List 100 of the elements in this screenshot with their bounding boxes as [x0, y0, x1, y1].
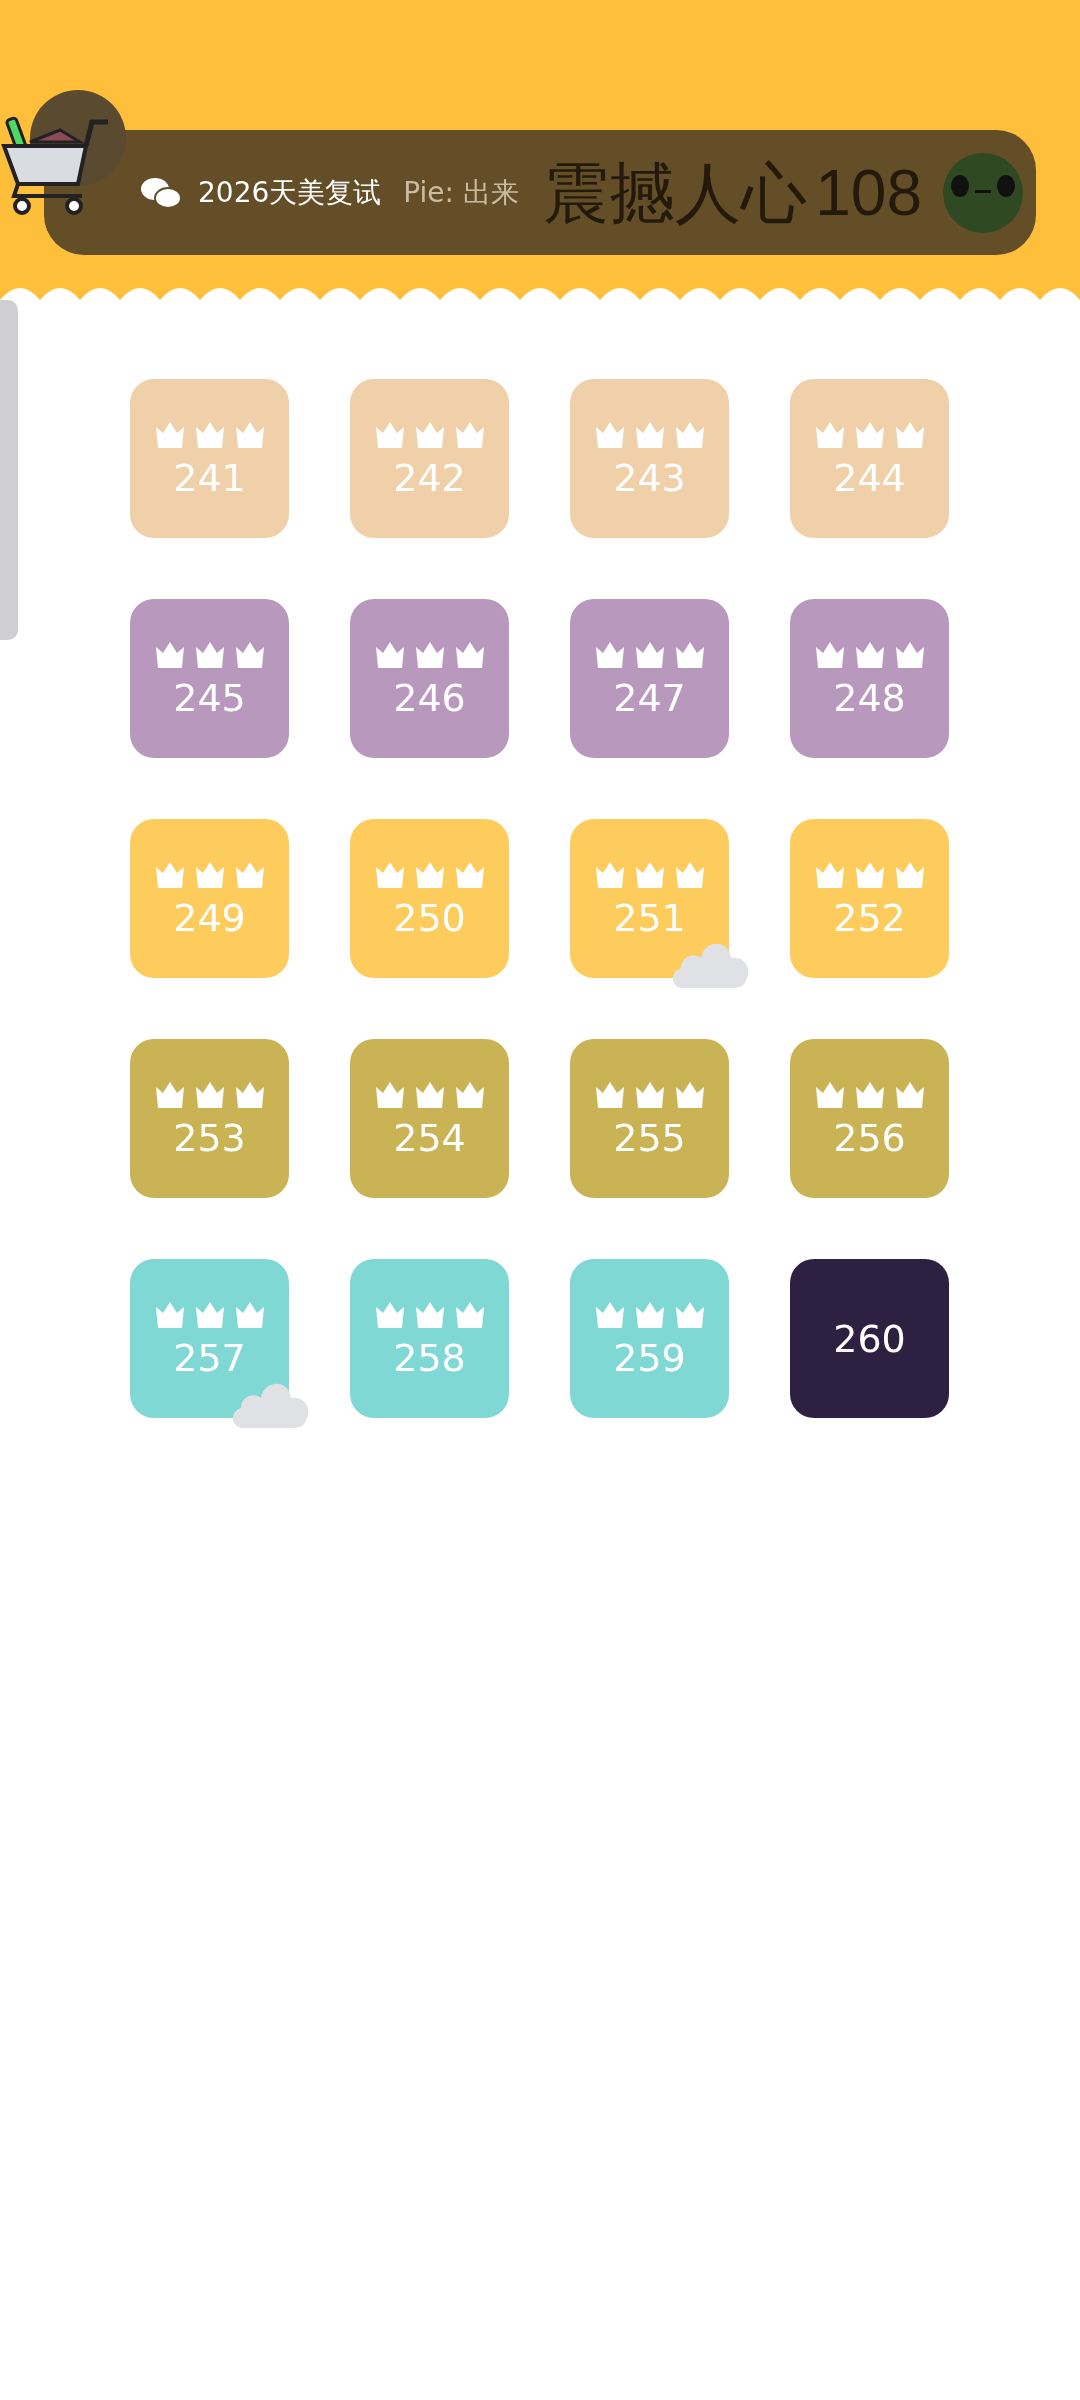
level-tile[interactable]: 250	[350, 819, 509, 978]
crown-icon	[154, 640, 185, 669]
crown-icon	[194, 640, 225, 669]
crown-icon	[634, 640, 665, 669]
score-text: 108	[815, 155, 922, 231]
level-number: 243	[613, 458, 686, 497]
crown-icon	[454, 1300, 485, 1329]
level-tile[interactable]: 249	[130, 819, 289, 978]
crown-icon	[454, 860, 485, 889]
crown-icon	[894, 1080, 925, 1109]
level-number: 251	[613, 898, 686, 937]
crown-icon	[594, 860, 625, 889]
crown-icon	[634, 420, 665, 449]
crown-icon	[634, 1300, 665, 1329]
level-number: 244	[833, 458, 906, 497]
level-number: 252	[833, 898, 906, 937]
level-tile[interactable]: 253	[130, 1039, 289, 1198]
level-number: 246	[393, 678, 466, 717]
level-tile[interactable]: 256	[790, 1039, 949, 1198]
crown-icon	[154, 1080, 185, 1109]
crown-icon	[854, 420, 885, 449]
level-number: 259	[613, 1338, 686, 1377]
level-tile[interactable]: 260	[790, 1259, 949, 1418]
crown-icon	[594, 1300, 625, 1329]
level-tile[interactable]: 255	[570, 1039, 729, 1198]
crown-icon	[814, 860, 845, 889]
crown-icon	[594, 420, 625, 449]
crown-icon	[414, 860, 445, 889]
crown-icon	[234, 860, 265, 889]
level-number: 248	[833, 678, 906, 717]
crown-icon	[894, 420, 925, 449]
crown-icon	[194, 420, 225, 449]
level-number: 241	[173, 458, 246, 497]
notification-text: 2026天美复试	[198, 174, 382, 211]
level-tile[interactable]: 242	[350, 379, 509, 538]
level-number: 258	[393, 1338, 466, 1377]
crown-icon	[814, 1080, 845, 1109]
crown-icon	[374, 860, 405, 889]
level-tile[interactable]: 244	[790, 379, 949, 538]
crown-icon	[234, 640, 265, 669]
crown-icon	[154, 860, 185, 889]
level-number: 242	[393, 458, 466, 497]
crown-icon	[854, 1080, 885, 1109]
crown-icon	[234, 1300, 265, 1329]
crown-icon	[374, 640, 405, 669]
level-tile[interactable]: 257	[130, 1259, 289, 1418]
level-number: 260	[833, 1319, 906, 1358]
level-tile[interactable]: 252	[790, 819, 949, 978]
crown-icon	[374, 1300, 405, 1329]
level-tile[interactable]: 259	[570, 1259, 729, 1418]
level-number: 257	[173, 1338, 246, 1377]
level-number: 253	[173, 1118, 246, 1157]
crown-icon	[854, 640, 885, 669]
crown-icon	[634, 1080, 665, 1109]
crown-icon	[454, 640, 485, 669]
level-tile[interactable]: 243	[570, 379, 729, 538]
chat-icon	[140, 175, 182, 210]
crown-icon	[854, 860, 885, 889]
crown-icon	[194, 1080, 225, 1109]
crown-icon	[194, 1300, 225, 1329]
crown-icon	[894, 860, 925, 889]
level-tile[interactable]: 245	[130, 599, 289, 758]
crown-icon	[374, 1080, 405, 1109]
crown-icon	[154, 420, 185, 449]
level-number: 254	[393, 1118, 466, 1157]
level-tile[interactable]: 251	[570, 819, 729, 978]
level-tile[interactable]: 241	[130, 379, 289, 538]
crown-icon	[634, 860, 665, 889]
level-tile[interactable]: 247	[570, 599, 729, 758]
crown-icon	[454, 420, 485, 449]
level-tile[interactable]: 254	[350, 1039, 509, 1198]
crown-icon	[194, 860, 225, 889]
crown-icon	[674, 420, 705, 449]
crown-icon	[234, 420, 265, 449]
level-number: 255	[613, 1118, 686, 1157]
crown-icon	[594, 640, 625, 669]
crown-icon	[674, 1080, 705, 1109]
crown-icon	[234, 1080, 265, 1109]
crown-icon	[674, 860, 705, 889]
crown-icon	[674, 1300, 705, 1329]
crown-icon	[414, 640, 445, 669]
notification-message: Pie: 出来	[403, 174, 519, 211]
crown-icon	[814, 640, 845, 669]
level-tile[interactable]: 248	[790, 599, 949, 758]
level-number: 245	[173, 678, 246, 717]
crown-icon	[454, 1080, 485, 1109]
crown-icon	[594, 1080, 625, 1109]
level-title: 震撼人心	[542, 159, 807, 226]
level-number: 250	[393, 898, 466, 937]
crown-icon	[674, 640, 705, 669]
crown-icon	[894, 640, 925, 669]
level-number: 247	[613, 678, 686, 717]
crown-icon	[154, 1300, 185, 1329]
level-number: 249	[173, 898, 246, 937]
level-number: 256	[833, 1118, 906, 1157]
level-tile[interactable]: 258	[350, 1259, 509, 1418]
crown-icon	[414, 1080, 445, 1109]
crown-icon	[374, 420, 405, 449]
level-tile[interactable]: 246	[350, 599, 509, 758]
crown-icon	[414, 420, 445, 449]
